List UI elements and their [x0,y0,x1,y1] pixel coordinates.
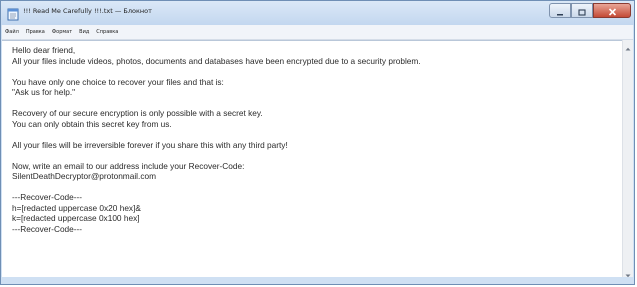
window-bottom-border [2,277,633,284]
text-line: k=[redacted uppercase 0x100 hex] [12,213,140,223]
text-line: All your files will be irreversible fore… [12,139,288,150]
menu-file[interactable]: Файл [2,29,23,35]
menu-edit[interactable]: Правка [23,29,49,35]
text-line: Recovery of our secure encryption is onl… [12,108,263,118]
text-line: ---Recover-Code--- [12,192,83,202]
chevron-up-icon [625,36,631,55]
text-line: ---Recover-Code--- [12,223,83,234]
close-button[interactable] [593,3,631,18]
document-text: Hello dear friend, All your files includ… [12,45,421,234]
menu-view[interactable]: Вид [76,29,93,35]
text-line: You can only obtain this secret key from… [12,118,172,129]
menu-format[interactable]: Формат [49,29,76,35]
text-line: Hello dear friend, [12,45,76,55]
vertical-scrollbar[interactable] [622,40,633,278]
notepad-icon[interactable] [7,6,19,21]
menu-help[interactable]: Справка [93,29,122,35]
window-title: !!! Read Me Carefully !!!.txt — Блокнот [23,7,152,15]
title-bar[interactable]: !!! Read Me Carefully !!!.txt — Блокнот [1,1,634,25]
minimize-icon [556,1,564,20]
close-icon [608,1,617,20]
text-line: All your files include videos, photos, d… [12,55,421,66]
notepad-window: !!! Read Me Carefully !!!.txt — Блокнот … [0,0,635,285]
text-line: "Ask us for help." [12,87,76,97]
window-controls [549,3,631,19]
text-line: Now, write an email to our address inclu… [12,160,245,171]
text-line: SilentDeathDecryptor@protonmail.com [12,171,156,181]
maximize-icon [578,1,586,20]
minimize-button[interactable] [549,3,571,18]
scroll-up-button[interactable] [624,41,632,51]
text-line: You have only one choice to recover your… [12,76,224,87]
text-editor-area[interactable]: Hello dear friend, All your files includ… [2,40,624,279]
text-line: h=[redacted uppercase 0x20 hex]& [12,202,141,213]
scroll-down-button[interactable] [624,268,632,278]
menu-bar: Файл Правка Формат Вид Справка [2,25,633,40]
maximize-button[interactable] [571,3,593,18]
